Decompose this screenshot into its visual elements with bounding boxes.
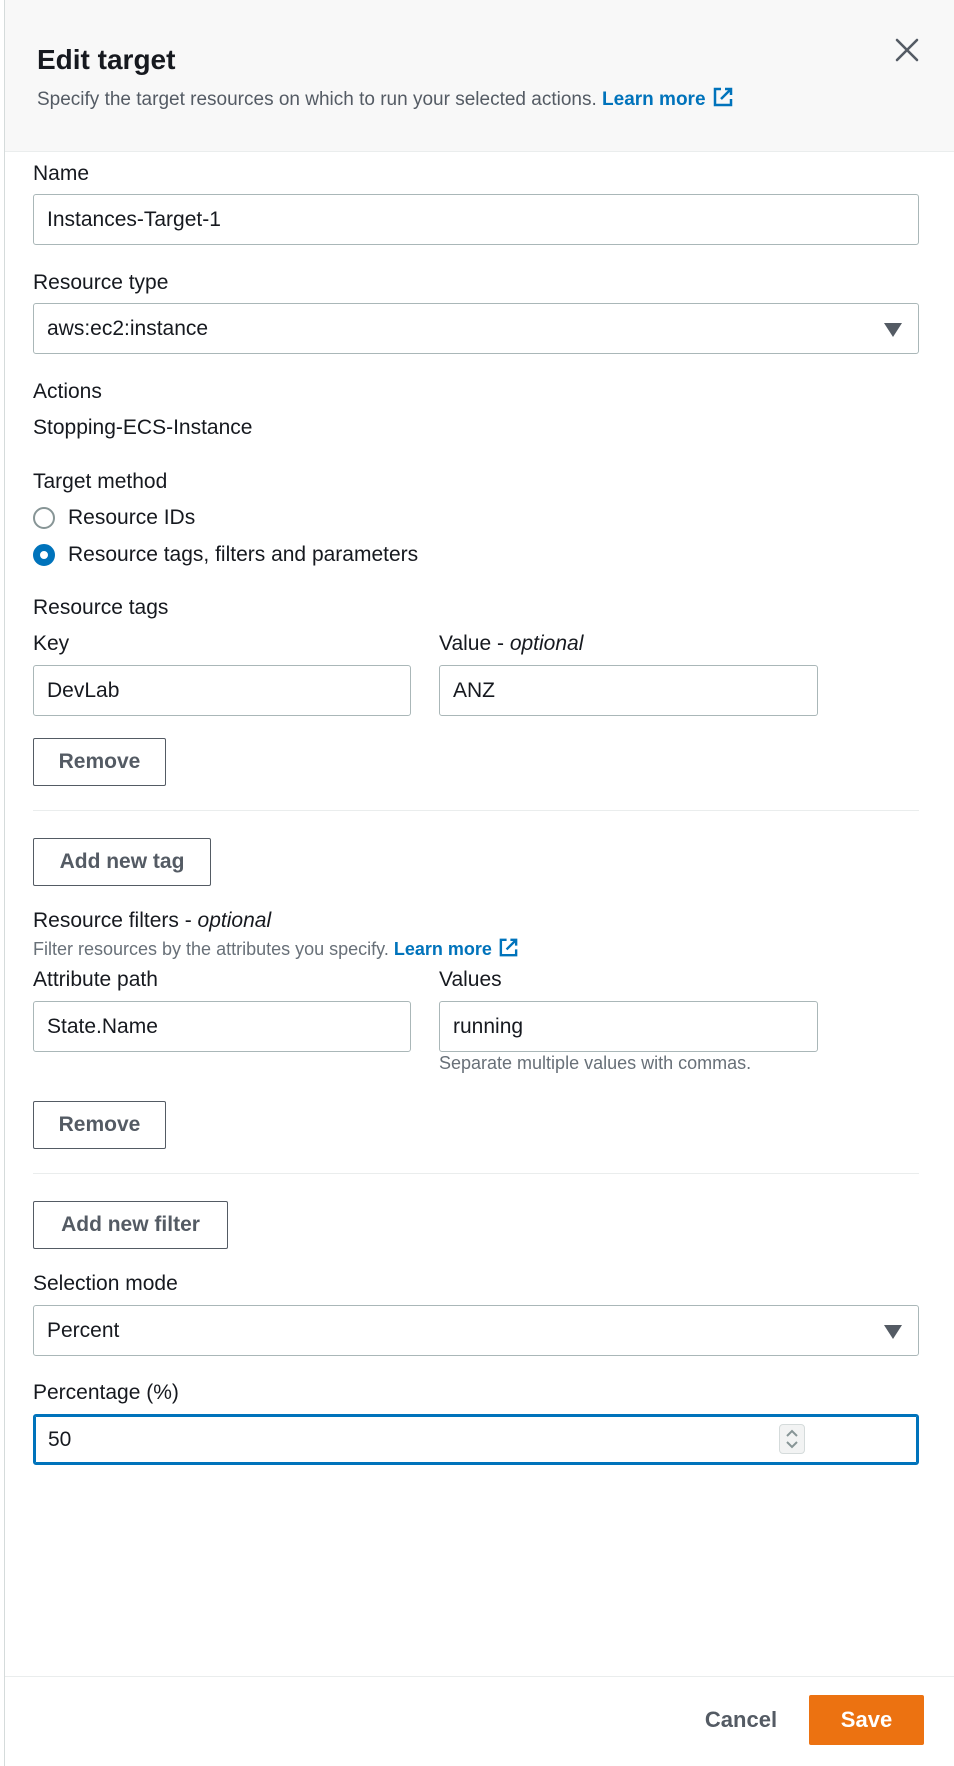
resource-tags-label: Resource tags: [33, 596, 169, 619]
resource-filters-label-text: Resource filters -: [33, 909, 198, 932]
learn-more-link[interactable]: Learn more: [602, 87, 733, 110]
cancel-button[interactable]: Cancel: [691, 1696, 791, 1744]
name-input[interactable]: [33, 194, 919, 245]
resource-type-value: aws:ec2:instance: [47, 316, 209, 340]
subtitle-text: Specify the target resources on which to…: [37, 89, 597, 110]
filter-values-input[interactable]: [439, 1001, 818, 1052]
resource-filters-description-text: Filter resources by the attributes you s…: [33, 939, 389, 959]
optional-text: optional: [509, 632, 584, 655]
radio-resource-ids[interactable]: Resource IDs: [33, 506, 195, 530]
resource-filters-description: Filter resources by the attributes you s…: [33, 937, 519, 960]
tag-key-input[interactable]: [33, 665, 411, 716]
add-new-tag-button[interactable]: Add new tag: [33, 838, 211, 886]
tag-value-label-text: Value -: [439, 632, 510, 655]
external-link-icon: [713, 87, 732, 107]
caret-down-icon: [884, 1325, 902, 1339]
actions-value: Stopping-ECS-Instance: [33, 416, 253, 439]
modal-subtitle: Specify the target resources on which to…: [37, 86, 734, 111]
filter-values-label: Values: [439, 968, 502, 991]
attribute-path-input[interactable]: [33, 1001, 411, 1052]
divider: [33, 1173, 919, 1174]
radio-resource-ids-label: Resource IDs: [68, 506, 196, 529]
learn-more-label: Learn more: [602, 89, 706, 110]
resource-type-label: Resource type: [33, 271, 169, 294]
number-stepper[interactable]: [779, 1424, 805, 1454]
divider: [33, 810, 919, 811]
filter-values-hint: Separate multiple values with commas.: [439, 1053, 752, 1073]
save-button[interactable]: Save: [809, 1695, 924, 1745]
actions-label: Actions: [33, 380, 102, 403]
attribute-path-label: Attribute path: [33, 968, 158, 991]
filters-learn-more-label: Learn more: [393, 939, 492, 959]
remove-tag-button[interactable]: Remove: [33, 738, 166, 786]
radio-resource-tags-filters-label: Resource tags, filters and parameters: [68, 543, 419, 566]
selection-mode-label: Selection mode: [33, 1272, 178, 1295]
percentage-label: Percentage (%): [33, 1381, 179, 1404]
edit-target-modal: Edit target Specify the target resources…: [4, 0, 954, 1766]
tag-key-label: Key: [33, 632, 70, 655]
modal-header: Edit target Specify the target resources…: [5, 0, 954, 152]
selection-mode-value: Percent: [47, 1318, 120, 1342]
close-icon[interactable]: [893, 36, 921, 64]
external-link-icon: [499, 938, 518, 957]
caret-down-icon: [884, 323, 902, 337]
radio-resource-tags-filters[interactable]: Resource tags, filters and parameters: [33, 543, 418, 567]
filters-learn-more-link[interactable]: Learn more: [393, 938, 519, 959]
modal-title: Edit target: [37, 44, 176, 75]
resource-filters-label: Resource filters - optional: [33, 909, 271, 933]
selection-mode-select[interactable]: Percent: [33, 1305, 919, 1356]
tag-value-label: Value - optional: [439, 632, 583, 656]
name-label: Name: [33, 162, 90, 185]
add-new-filter-button[interactable]: Add new filter: [33, 1201, 228, 1249]
tag-value-input[interactable]: [439, 665, 818, 716]
stepper-arrows-icon: [786, 1429, 798, 1449]
resource-type-select[interactable]: aws:ec2:instance: [33, 303, 919, 354]
remove-filter-button[interactable]: Remove: [33, 1101, 166, 1149]
radio-unselected-icon: [33, 507, 55, 529]
target-method-label: Target method: [33, 470, 168, 493]
optional-text: optional: [197, 909, 272, 932]
radio-selected-icon: [33, 544, 55, 566]
